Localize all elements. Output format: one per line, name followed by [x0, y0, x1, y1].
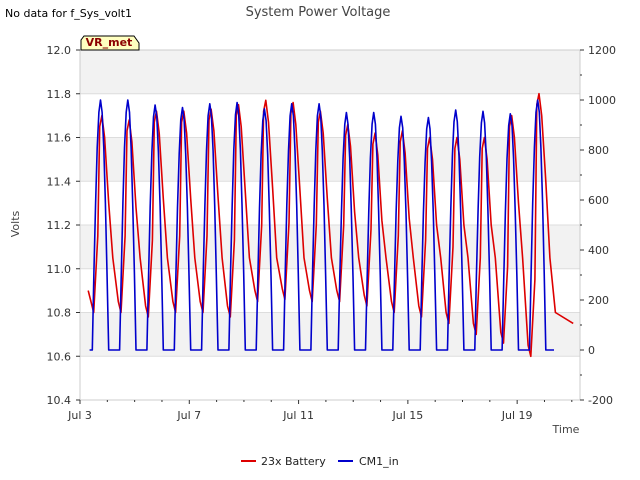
y-left-tick-label: 10.4 — [47, 394, 72, 407]
y-right-tick-label: 1000 — [588, 94, 616, 107]
y-right-tick-label: 600 — [588, 194, 609, 207]
chart-title: System Power Voltage — [246, 5, 391, 20]
y-right-tick-label: 0 — [588, 344, 595, 357]
x-axis-label: Time — [552, 423, 580, 436]
y-left-tick-label: 11.4 — [47, 175, 72, 188]
legend-label-battery: 23x Battery — [261, 455, 326, 468]
y-left-tick-label: 11.6 — [47, 132, 72, 145]
vr-met-badge: VR_met — [80, 35, 140, 51]
grid-band — [80, 50, 580, 94]
vr-met-label: VR_met — [86, 36, 133, 49]
x-tick-label: Jul 3 — [67, 409, 92, 422]
y-right-tick-label: 1200 — [588, 44, 616, 57]
x-tick-label: Jul 7 — [176, 409, 201, 422]
y-right-tick-label: 200 — [588, 294, 609, 307]
y-axis-label: Volts — [9, 210, 22, 237]
chart: 10.4 10.6 10.8 11.0 11.2 11.4 11.6 11.8 12.0 -200… — [9, 5, 616, 468]
y-right-tick-label: 400 — [588, 244, 609, 257]
y-left-tick-label: 11.0 — [47, 263, 72, 276]
y-right-tick-label: 800 — [588, 144, 609, 157]
y-left-tick-label: 10.6 — [47, 350, 72, 363]
x-tick-label: Jul 19 — [501, 409, 533, 422]
y-left-tick-label: 10.8 — [47, 307, 72, 320]
y-right-tick-label: -200 — [588, 394, 613, 407]
grid-band — [80, 137, 580, 182]
x-tick-label: Jul 15 — [391, 409, 423, 422]
y-left-tick-label: 11.8 — [47, 88, 72, 101]
y-left-tick-label: 12.0 — [47, 44, 72, 57]
legend-label-cm1: CM1_in — [359, 455, 399, 468]
x-tick-label: Jul 11 — [282, 409, 314, 422]
legend: 23x Battery CM1_in — [241, 455, 399, 468]
y-left-tick-label: 11.2 — [47, 219, 72, 232]
